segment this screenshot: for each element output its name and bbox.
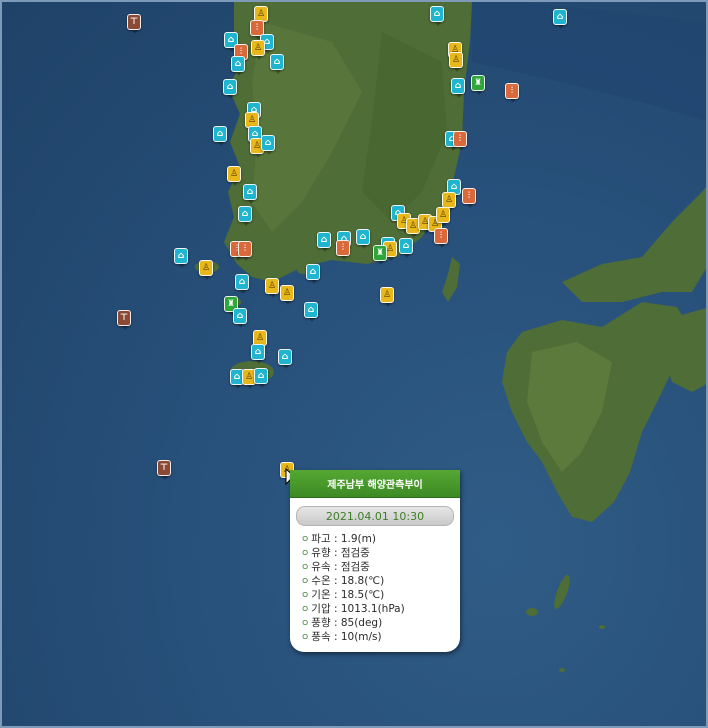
buoy-icon[interactable]: ♙ <box>251 40 265 60</box>
home-icon[interactable]: ⌂ <box>174 248 188 268</box>
observation-row: ㅇ 수온 : 18.8(℃) <box>301 575 385 587</box>
observation-row: ㅇ 풍속 : 10(m/s) <box>301 631 382 643</box>
observation-label: 수온 <box>311 575 331 587</box>
home-icon[interactable]: ⌂ <box>306 264 320 284</box>
buoy-icon[interactable]: ♙ <box>436 207 450 227</box>
observation-row: ㅇ 파고 : 1.9(m) <box>301 533 376 545</box>
home-icon[interactable]: ⌂ <box>235 274 249 294</box>
bullet-icon: ㅇ <box>301 563 310 573</box>
observation-value: 18.5(℃) <box>340 589 385 601</box>
home-icon[interactable]: ⌂ <box>213 126 227 146</box>
map-view[interactable]: ⊤ ⌂ ⌂ ♙ ⫶ ⌂ ⌂ ♙ ⫶ ⌂ ⌂ ♙ ♙ ⌂ ♜ ⫶ ⌂ ⌂ ♙ ⌂ … <box>0 0 708 728</box>
home-icon[interactable]: ⌂ <box>553 9 567 29</box>
platform-icon[interactable]: ⊤ <box>157 460 171 480</box>
bullet-icon: ㅇ <box>301 535 310 545</box>
home-icon[interactable]: ⌂ <box>430 6 444 26</box>
observation-list: ㅇ 파고 : 1.9(m) ㅇ 유향 : 점검중 ㅇ 유속 : 점검중 ㅇ 수온 : 1… <box>290 532 460 652</box>
home-icon[interactable]: ⌂ <box>238 206 252 226</box>
home-icon[interactable]: ⌂ <box>356 229 370 249</box>
observation-row: ㅇ 유향 : 점검중 <box>301 547 370 559</box>
home-icon[interactable]: ⌂ <box>399 238 413 258</box>
station-icon[interactable]: ⫶ <box>434 228 448 248</box>
observation-row: ㅇ 유속 : 점검중 <box>301 561 370 573</box>
buoy-icon[interactable]: ♙ <box>280 285 294 305</box>
lighthouse-icon[interactable]: ♜ <box>471 75 485 95</box>
home-icon[interactable]: ⌂ <box>270 54 284 74</box>
observation-row: ㅇ 기온 : 18.5(℃) <box>301 589 385 601</box>
bullet-icon: ㅇ <box>301 633 310 643</box>
bullet-icon: ㅇ <box>301 619 310 629</box>
bullet-icon: ㅇ <box>301 577 310 587</box>
observation-value: 18.8(℃) <box>340 575 385 587</box>
observation-value: 1.9(m) <box>340 533 376 545</box>
observation-value: 점검중 <box>340 547 370 559</box>
home-icon[interactable]: ⌂ <box>251 344 265 364</box>
home-icon[interactable]: ⌂ <box>317 232 331 252</box>
home-icon[interactable]: ⌂ <box>243 184 257 204</box>
home-icon[interactable]: ⌂ <box>451 78 465 98</box>
home-icon[interactable]: ⌂ <box>233 308 247 328</box>
bullet-icon: ㅇ <box>301 549 310 559</box>
observation-value: 10(m/s) <box>340 631 382 643</box>
home-icon[interactable]: ⌂ <box>231 56 245 76</box>
station-info-popup: 제주남부 해양관측부이 2021.04.01 10:30 ㅇ 파고 : 1.9(m… <box>290 470 460 652</box>
observation-label: 풍향 <box>311 617 331 629</box>
station-icon[interactable]: ⫶ <box>238 241 252 261</box>
tsushima-island <box>442 257 460 302</box>
home-icon[interactable]: ⌂ <box>223 79 237 99</box>
home-icon[interactable]: ⌂ <box>278 349 292 369</box>
observation-value: 1013.1(hPa) <box>340 603 405 615</box>
buoy-icon[interactable]: ♙ <box>265 278 279 298</box>
lighthouse-icon[interactable]: ♜ <box>373 245 387 265</box>
buoy-icon[interactable]: ♙ <box>380 287 394 307</box>
observation-value: 점검중 <box>340 561 370 573</box>
bullet-icon: ㅇ <box>301 591 310 601</box>
observation-label: 기온 <box>311 589 331 601</box>
home-icon[interactable]: ⌂ <box>304 302 318 322</box>
station-icon[interactable]: ⫶ <box>336 240 350 260</box>
observation-value: 85(deg) <box>340 617 383 629</box>
observation-label: 유향 <box>311 547 331 559</box>
platform-icon[interactable]: ⊤ <box>127 14 141 34</box>
station-icon[interactable]: ⫶ <box>453 131 467 151</box>
popup-datetime: 2021.04.01 10:30 <box>296 506 454 526</box>
buoy-icon[interactable]: ♙ <box>227 166 241 186</box>
buoy-icon[interactable]: ♙ <box>199 260 213 280</box>
observation-label: 기압 <box>311 603 331 615</box>
platform-icon[interactable]: ⊤ <box>117 310 131 330</box>
buoy-icon[interactable]: ♙ <box>442 192 456 212</box>
observation-row: ㅇ 풍향 : 85(deg) <box>301 617 383 629</box>
station-icon[interactable]: ⫶ <box>462 188 476 208</box>
bullet-icon: ㅇ <box>301 605 310 615</box>
home-icon[interactable]: ⌂ <box>254 368 268 388</box>
station-icon[interactable]: ⫶ <box>505 83 519 103</box>
home-icon[interactable]: ⌂ <box>261 135 275 155</box>
observation-label: 풍속 <box>311 631 331 643</box>
observation-row: ㅇ 기압 : 1013.1(hPa) <box>301 603 405 615</box>
observation-label: 파고 <box>311 533 331 545</box>
buoy-icon[interactable]: ♙ <box>449 52 463 72</box>
popup-title: 제주남부 해양관측부이 <box>290 470 460 498</box>
observation-label: 유속 <box>311 561 331 573</box>
honshu-landmass <box>562 187 706 302</box>
